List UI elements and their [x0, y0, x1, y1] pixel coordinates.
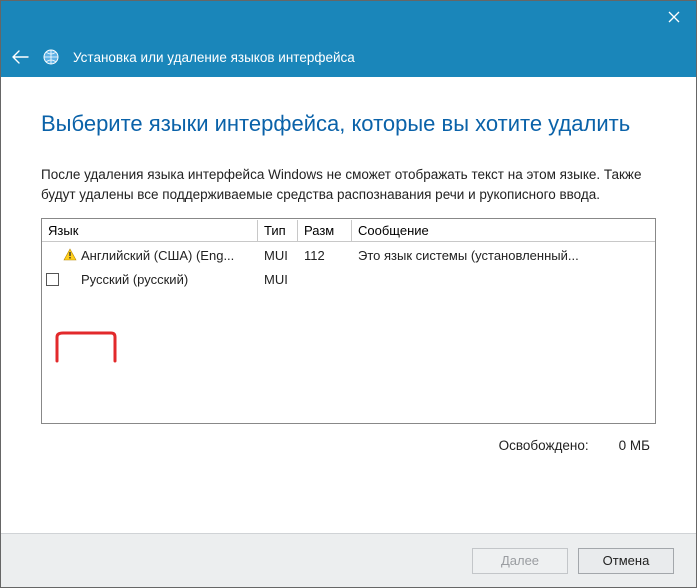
- header-title: Установка или удаление языков интерфейса: [73, 50, 355, 65]
- col-message[interactable]: Сообщение: [352, 220, 655, 242]
- footer: Далее Отмена: [1, 533, 696, 587]
- list-row[interactable]: Русский (русский) MUI: [42, 267, 655, 291]
- col-type[interactable]: Тип: [258, 220, 298, 242]
- warning-icon: [63, 248, 77, 262]
- lang-message: Это язык системы (установленный...: [352, 246, 655, 265]
- lang-size: 112: [298, 246, 352, 265]
- freed-value: 0 МБ: [619, 438, 650, 453]
- lang-message: [352, 277, 655, 281]
- freed-space-row: Освобождено: 0 МБ: [41, 424, 656, 453]
- checkbox[interactable]: [46, 273, 59, 286]
- header-bar: Установка или удаление языков интерфейса: [1, 37, 696, 77]
- lang-type: MUI: [258, 270, 298, 289]
- lang-name: Русский (русский): [81, 272, 188, 287]
- col-size[interactable]: Разм: [298, 220, 352, 242]
- cancel-button[interactable]: Отмена: [578, 548, 674, 574]
- titlebar: [1, 1, 696, 37]
- freed-label: Освобождено:: [499, 438, 589, 453]
- list-row[interactable]: Английский (США) (Eng... MUI 112 Это язы…: [42, 243, 655, 267]
- lang-type: MUI: [258, 246, 298, 265]
- page-description: После удаления языка интерфейса Windows …: [41, 165, 656, 204]
- page-title: Выберите языки интерфейса, которые вы хо…: [41, 111, 656, 137]
- language-list: Язык Тип Разм Сообщение Английский (СШ: [41, 218, 656, 424]
- lang-name: Английский (США) (Eng...: [81, 248, 234, 263]
- globe-icon: [41, 47, 61, 67]
- list-header: Язык Тип Разм Сообщение: [42, 219, 655, 243]
- close-icon[interactable]: [664, 7, 684, 31]
- lang-size: [298, 277, 352, 281]
- col-language[interactable]: Язык: [42, 220, 258, 242]
- next-button: Далее: [472, 548, 568, 574]
- checkbox-placeholder: [46, 249, 59, 262]
- back-arrow-icon[interactable]: [11, 50, 29, 64]
